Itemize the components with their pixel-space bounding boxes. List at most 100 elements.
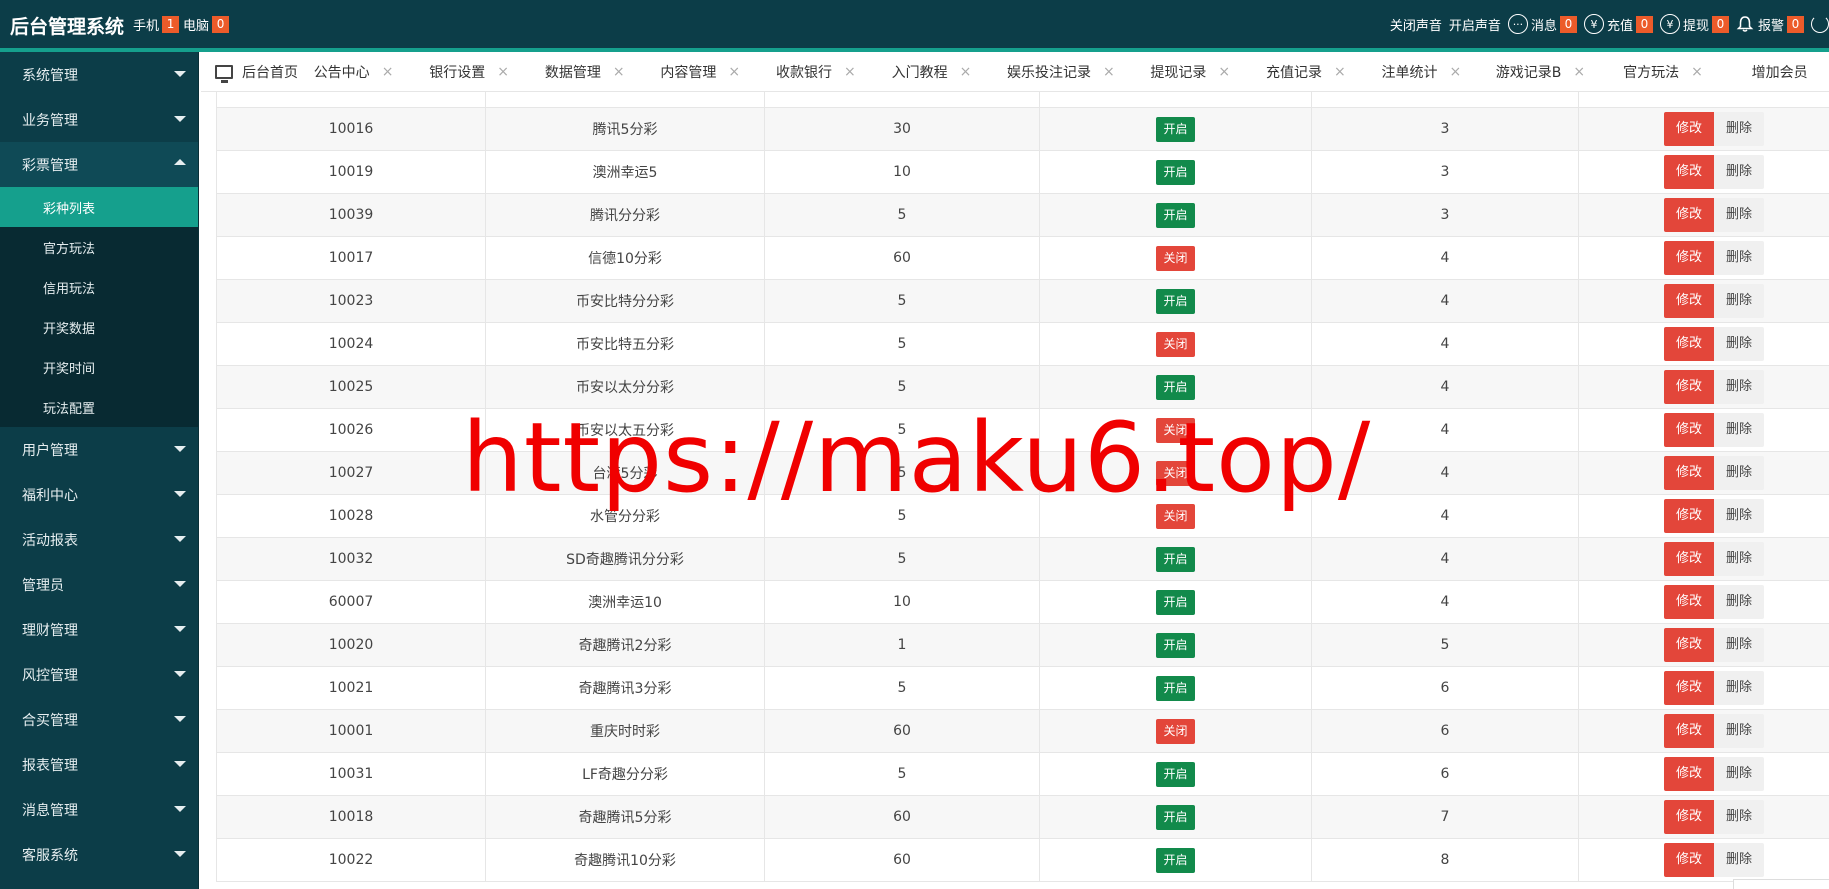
status-on-badge[interactable]: 开启 bbox=[1156, 804, 1195, 830]
sidebar-item-activity-report[interactable]: 活动报表 bbox=[0, 517, 198, 562]
sidebar-item-users[interactable]: 用户管理 bbox=[0, 427, 198, 472]
delete-button[interactable]: 删除 bbox=[1714, 241, 1765, 275]
close-icon[interactable]: × bbox=[613, 64, 625, 80]
sidebar-subitem-play-config[interactable]: 玩法配置 bbox=[0, 387, 198, 427]
recharge-button[interactable]: ¥ 充值 0 bbox=[1583, 14, 1653, 34]
sidebar-item-reports[interactable]: 报表管理 bbox=[0, 742, 198, 787]
messages-button[interactable]: ··· 消息 0 bbox=[1507, 14, 1577, 34]
sidebar-item-messages[interactable]: 消息管理 bbox=[0, 787, 198, 832]
status-on-badge[interactable]: 开启 bbox=[1156, 116, 1195, 142]
delete-button[interactable]: 删除 bbox=[1714, 628, 1765, 662]
sidebar-subitem-lottery-list[interactable]: 彩种列表 bbox=[0, 187, 198, 227]
sidebar-subitem-draw-time[interactable]: 开奖时间 bbox=[0, 347, 198, 387]
edit-button[interactable]: 修改 bbox=[1664, 542, 1715, 576]
tab-bet-stats[interactable]: 注单统计 × bbox=[1370, 52, 1486, 91]
sidebar-item-group-buy[interactable]: 合买管理 bbox=[0, 697, 198, 742]
edit-button[interactable]: 修改 bbox=[1664, 714, 1715, 748]
close-icon[interactable]: × bbox=[497, 64, 509, 80]
edit-button[interactable]: 修改 bbox=[1664, 198, 1715, 232]
tab-notice-center[interactable]: 公告中心 × bbox=[302, 52, 418, 91]
status-on-badge[interactable]: 开启 bbox=[1156, 374, 1195, 400]
status-on-badge[interactable]: 开启 bbox=[1156, 288, 1195, 314]
sidebar-item-admins[interactable]: 管理员 bbox=[0, 562, 198, 607]
edit-button[interactable]: 修改 bbox=[1664, 155, 1715, 189]
status-on-badge[interactable]: 开启 bbox=[1156, 761, 1195, 787]
status-on-badge[interactable]: 开启 bbox=[1156, 546, 1195, 572]
status-on-badge[interactable]: 开启 bbox=[1156, 632, 1195, 658]
delete-button[interactable]: 删除 bbox=[1714, 456, 1765, 490]
close-icon[interactable]: × bbox=[1573, 64, 1585, 80]
close-icon[interactable]: × bbox=[1450, 64, 1462, 80]
tab-content-management[interactable]: 内容管理 × bbox=[649, 52, 765, 91]
sidebar-item-finance[interactable]: 理财管理 bbox=[0, 607, 198, 652]
edit-button[interactable]: 修改 bbox=[1664, 327, 1715, 361]
delete-button[interactable]: 删除 bbox=[1714, 198, 1765, 232]
sidebar-item-lottery[interactable]: 彩票管理 bbox=[0, 142, 198, 187]
withdraw-button[interactable]: ¥ 提现 0 bbox=[1659, 14, 1729, 34]
close-icon[interactable]: × bbox=[960, 64, 972, 80]
close-icon[interactable]: × bbox=[1218, 64, 1230, 80]
tab-add-member[interactable]: 增加会员 bbox=[1730, 52, 1829, 91]
edit-button[interactable]: 修改 bbox=[1664, 585, 1715, 619]
sidebar-subitem-draw-data[interactable]: 开奖数据 bbox=[0, 307, 198, 347]
tab-game-records-b[interactable]: 游戏记录B × bbox=[1485, 52, 1608, 91]
edit-button[interactable]: 修改 bbox=[1664, 843, 1715, 877]
status-off-badge[interactable]: 关闭 bbox=[1156, 331, 1195, 357]
edit-button[interactable]: 修改 bbox=[1664, 241, 1715, 275]
delete-button[interactable]: 删除 bbox=[1714, 112, 1765, 146]
status-on-badge[interactable]: 开启 bbox=[1156, 675, 1195, 701]
delete-button[interactable]: 删除 bbox=[1714, 370, 1765, 404]
tab-tutorial[interactable]: 入门教程 × bbox=[880, 52, 996, 91]
delete-button[interactable]: 删除 bbox=[1714, 843, 1765, 877]
delete-button[interactable]: 删除 bbox=[1714, 757, 1765, 791]
edit-button[interactable]: 修改 bbox=[1664, 370, 1715, 404]
delete-button[interactable]: 删除 bbox=[1714, 413, 1765, 447]
tab-official-play[interactable]: 官方玩法 × bbox=[1608, 52, 1731, 91]
edit-button[interactable]: 修改 bbox=[1664, 112, 1715, 146]
delete-button[interactable]: 删除 bbox=[1714, 800, 1765, 834]
close-icon[interactable]: × bbox=[1334, 64, 1346, 80]
edit-button[interactable]: 修改 bbox=[1664, 757, 1715, 791]
edit-button[interactable]: 修改 bbox=[1664, 284, 1715, 318]
sidebar-item-risk[interactable]: 风控管理 bbox=[0, 652, 198, 697]
delete-button[interactable]: 删除 bbox=[1714, 327, 1765, 361]
sidebar-subitem-credit-play[interactable]: 信用玩法 bbox=[0, 267, 198, 307]
close-icon[interactable]: × bbox=[844, 64, 856, 80]
sidebar-item-system[interactable]: 系统管理 bbox=[0, 52, 198, 97]
delete-button[interactable]: 删除 bbox=[1714, 155, 1765, 189]
tab-bet-records[interactable]: 娱乐投注记录 × bbox=[995, 52, 1138, 91]
sound-on-button[interactable]: 开启声音 bbox=[1449, 15, 1501, 34]
close-icon[interactable]: × bbox=[1691, 64, 1703, 80]
edit-button[interactable]: 修改 bbox=[1664, 499, 1715, 533]
alarm-button[interactable]: 报警 0 bbox=[1736, 15, 1804, 34]
status-on-badge[interactable]: 开启 bbox=[1156, 159, 1195, 185]
close-icon[interactable]: × bbox=[1103, 64, 1115, 80]
sound-off-button[interactable]: 关闭声音 bbox=[1390, 15, 1442, 34]
edit-button[interactable]: 修改 bbox=[1664, 800, 1715, 834]
status-on-badge[interactable]: 开启 bbox=[1156, 589, 1195, 615]
delete-button[interactable]: 删除 bbox=[1714, 714, 1765, 748]
edit-button[interactable]: 修改 bbox=[1664, 671, 1715, 705]
tab-home[interactable]: 后台首页 bbox=[201, 52, 302, 91]
status-off-badge[interactable]: 关闭 bbox=[1156, 718, 1195, 744]
tab-data-management[interactable]: 数据管理 × bbox=[533, 52, 649, 91]
delete-button[interactable]: 删除 bbox=[1714, 542, 1765, 576]
status-off-badge[interactable]: 关闭 bbox=[1156, 245, 1195, 271]
tab-receiving-bank[interactable]: 收款银行 × bbox=[764, 52, 880, 91]
sidebar-item-business[interactable]: 业务管理 bbox=[0, 97, 198, 142]
status-on-badge[interactable]: 开启 bbox=[1156, 202, 1195, 228]
tab-withdraw-records[interactable]: 提现记录 × bbox=[1138, 52, 1254, 91]
delete-button[interactable]: 删除 bbox=[1714, 585, 1765, 619]
sidebar-subitem-official-play[interactable]: 官方玩法 bbox=[0, 227, 198, 267]
power-icon[interactable] bbox=[1811, 15, 1829, 33]
edit-button[interactable]: 修改 bbox=[1664, 456, 1715, 490]
delete-button[interactable]: 删除 bbox=[1714, 284, 1765, 318]
close-icon[interactable]: × bbox=[728, 64, 740, 80]
sidebar-item-welfare[interactable]: 福利中心 bbox=[0, 472, 198, 517]
close-icon[interactable]: × bbox=[382, 64, 394, 80]
delete-button[interactable]: 删除 bbox=[1714, 499, 1765, 533]
edit-button[interactable]: 修改 bbox=[1664, 413, 1715, 447]
delete-button[interactable]: 删除 bbox=[1714, 671, 1765, 705]
sidebar-item-support[interactable]: 客服系统 bbox=[0, 832, 198, 877]
tab-recharge-records[interactable]: 充值记录 × bbox=[1254, 52, 1370, 91]
